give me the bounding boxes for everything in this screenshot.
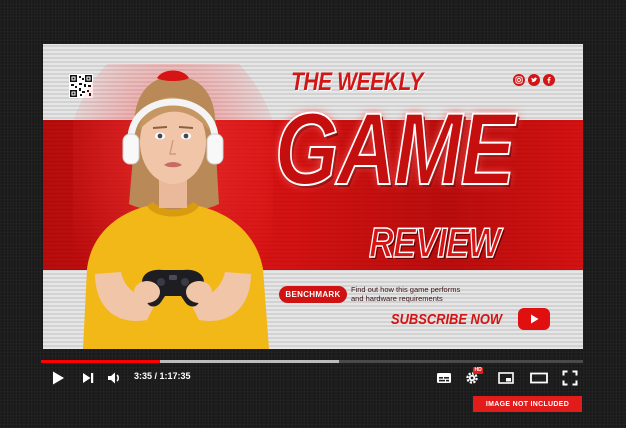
skip-next-icon: [83, 373, 94, 383]
next-button[interactable]: [80, 370, 96, 386]
social-icons: [513, 74, 555, 86]
miniplayer-icon: [498, 372, 514, 384]
volume-icon: [108, 372, 119, 384]
volume-button[interactable]: [106, 370, 122, 386]
time-display: 3:35 / 1:17:35: [134, 371, 191, 381]
instagram-icon[interactable]: [513, 74, 525, 86]
hd-badge: HD: [473, 367, 484, 374]
settings-button[interactable]: HD: [464, 367, 484, 386]
title-review: REVIEW: [368, 219, 501, 266]
twitter-icon[interactable]: [528, 74, 540, 86]
title-game: GAME: [274, 92, 516, 206]
theater-mode-icon: [530, 372, 548, 384]
theater-mode-button[interactable]: [530, 370, 548, 386]
subscribe-now-button[interactable]: SUBSCRIBE NOW: [391, 308, 551, 330]
fullscreen-icon: [562, 370, 578, 386]
subscribe-label: SUBSCRIBE NOW: [391, 310, 503, 328]
youtube-play-icon: [518, 308, 550, 330]
tagline-text: Find out how this game performs and hard…: [351, 285, 461, 303]
play-icon: [53, 371, 64, 385]
progress-played: [41, 360, 161, 363]
progress-bar[interactable]: [41, 360, 583, 363]
facebook-icon[interactable]: [543, 74, 555, 86]
video-thumbnail[interactable]: THE WEEKLY GAME REVIEW BENCHMARK Find ou…: [43, 44, 583, 349]
gamer-girl-with-controller: [73, 64, 273, 349]
benchmark-badge: BENCHMARK: [279, 286, 347, 303]
subtitles-icon: [437, 373, 451, 383]
image-not-included-notice: IMAGE NOT INCLUDED: [473, 396, 582, 412]
play-button[interactable]: [50, 370, 66, 386]
subtitles-button[interactable]: [436, 370, 452, 386]
miniplayer-button[interactable]: [498, 370, 514, 386]
fullscreen-button[interactable]: [562, 370, 578, 386]
